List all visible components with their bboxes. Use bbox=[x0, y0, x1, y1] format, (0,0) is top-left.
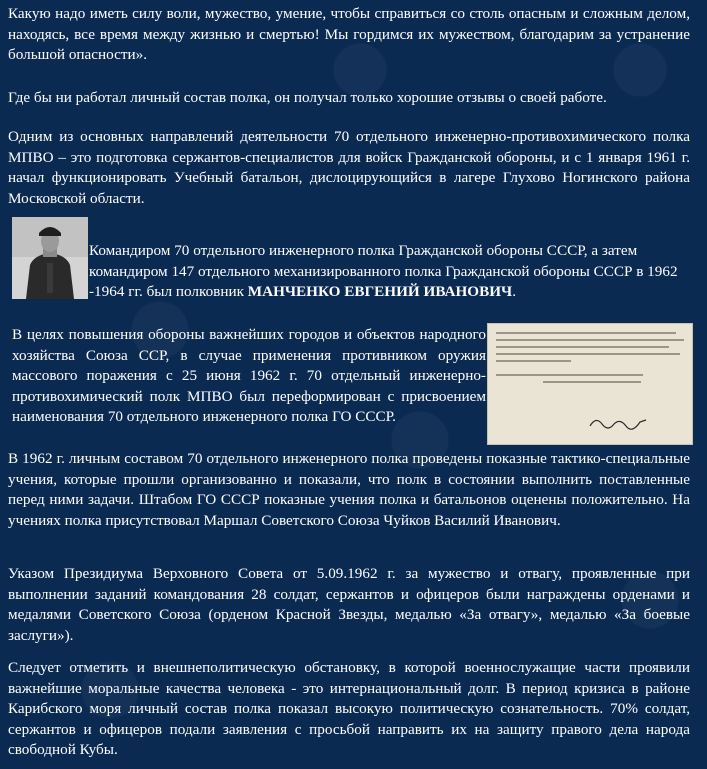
document-text-lines bbox=[496, 332, 684, 388]
paragraph-commander: Командиром 70 отдельного инженерного пол… bbox=[89, 241, 690, 303]
paragraph-quote-ending: Какую надо иметь силу воли, мужество, ум… bbox=[8, 5, 690, 63]
paragraph-reviews: Где бы ни работал личный состав полка, о… bbox=[8, 89, 607, 106]
paragraph-awards: Указом Президиума Верховного Совета от 5… bbox=[8, 565, 690, 644]
paragraph-training: Одним из основных направлений деятельнос… bbox=[8, 128, 690, 207]
commander-name: МАНЧЕНКО ЕВГЕНИЙ ИВАНОВИЧ bbox=[247, 283, 513, 300]
signature-icon bbox=[588, 414, 648, 439]
paragraph-cuba: Следует отметить и внешнеполитическую об… bbox=[8, 659, 690, 758]
paragraph-reformation: В целях повышения обороны важнейших горо… bbox=[12, 326, 486, 425]
archive-document-image bbox=[487, 323, 693, 445]
commander-photo bbox=[12, 217, 88, 299]
paragraph-exercises: В 1962 г. личным составом 70 отдельного … bbox=[8, 450, 690, 529]
commander-end: . bbox=[512, 283, 516, 300]
